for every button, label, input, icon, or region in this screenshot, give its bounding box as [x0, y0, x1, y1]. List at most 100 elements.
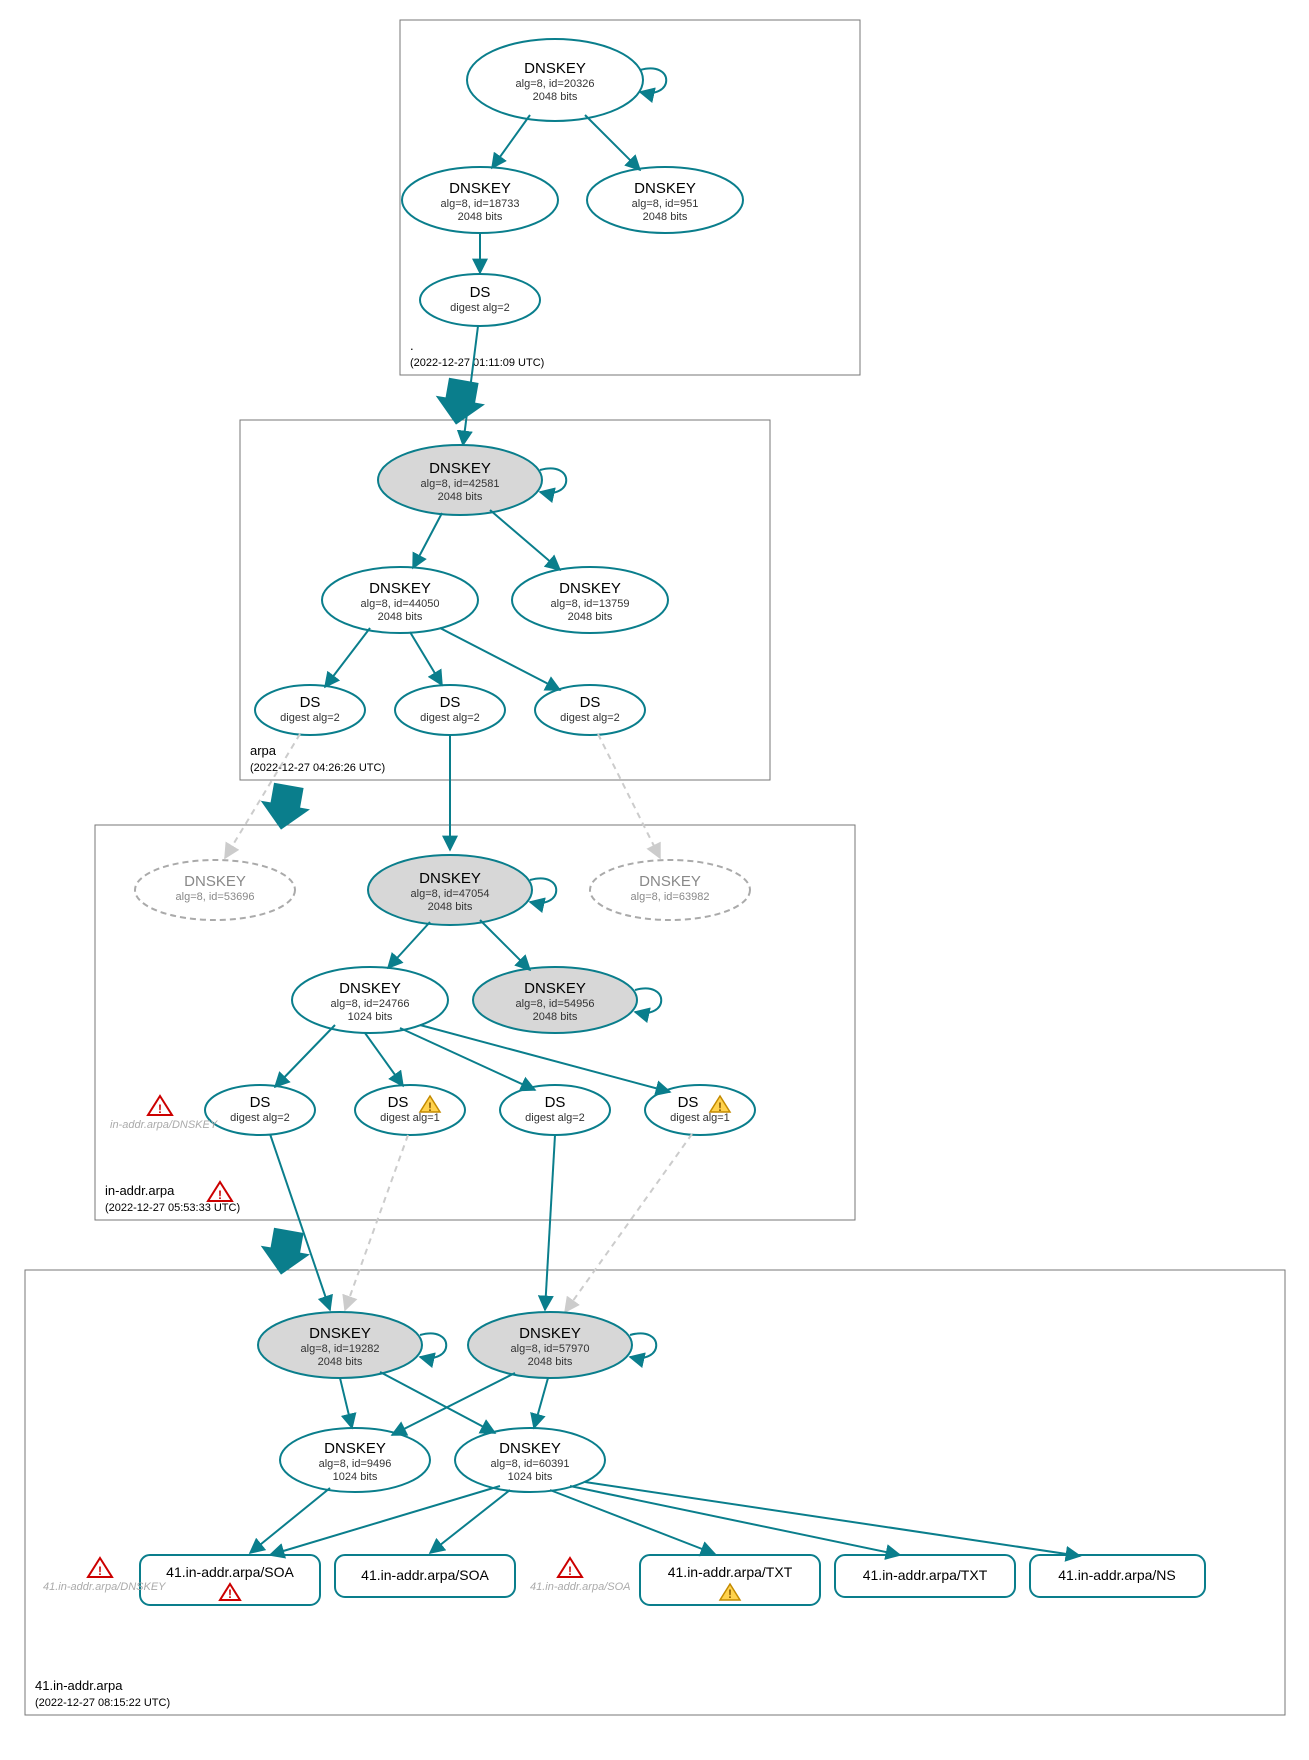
svg-text:DS: DS — [300, 694, 321, 711]
svg-text:digest alg=2: digest alg=2 — [280, 712, 340, 724]
zone-arpa-ts: (2022-12-27 04:26:26 UTC) — [250, 762, 385, 774]
node-41-k4: DNSKEY alg=8, id=60391 1024 bits — [455, 1428, 605, 1492]
node-arpa-zsk2: DNSKEY alg=8, id=13759 2048 bits — [512, 567, 668, 633]
node-root-ksk: DNSKEY alg=8, id=20326 2048 bits — [467, 39, 643, 121]
svg-text:DNSKEY: DNSKEY — [309, 1325, 371, 1342]
svg-text:DS: DS — [545, 1094, 566, 1111]
svg-text:alg=8, id=53696: alg=8, id=53696 — [176, 891, 255, 903]
svg-text:1024 bits: 1024 bits — [333, 1471, 378, 1483]
svg-text:digest alg=2: digest alg=2 — [450, 302, 510, 314]
svg-text:alg=8, id=44050: alg=8, id=44050 — [361, 598, 440, 610]
svg-text:alg=8, id=42581: alg=8, id=42581 — [421, 478, 500, 490]
node-inaddr-zsk: DNSKEY alg=8, id=24766 1024 bits — [292, 967, 448, 1033]
svg-text:DNSKEY: DNSKEY — [499, 1440, 561, 1457]
svg-text:!: ! — [718, 1100, 722, 1114]
node-arpa-zsk1: DNSKEY alg=8, id=44050 2048 bits — [322, 567, 478, 633]
svg-text:DS: DS — [470, 284, 491, 301]
node-inaddr-ghost1: DNSKEY alg=8, id=53696 — [135, 860, 295, 920]
svg-text:DS: DS — [580, 694, 601, 711]
svg-text:2048 bits: 2048 bits — [533, 91, 578, 103]
svg-text:41.in-addr.arpa/SOA: 41.in-addr.arpa/SOA — [166, 1564, 294, 1580]
zone-inaddr-name: in-addr.arpa — [105, 1183, 175, 1198]
node-root-ds: DS digest alg=2 — [420, 274, 540, 326]
svg-text:DNSKEY: DNSKEY — [519, 1325, 581, 1342]
node-inaddr-ds4: DS digest alg=1 — [645, 1085, 755, 1135]
svg-text:41.in-addr.arpa/TXT: 41.in-addr.arpa/TXT — [863, 1567, 988, 1583]
svg-text:alg=8, id=57970: alg=8, id=57970 — [511, 1343, 590, 1355]
svg-text:DNSKEY: DNSKEY — [524, 60, 586, 77]
svg-text:alg=8, id=13759: alg=8, id=13759 — [551, 598, 630, 610]
zone-root-ts: (2022-12-27 01:11:09 UTC) — [410, 357, 544, 369]
svg-text:alg=8, id=951: alg=8, id=951 — [632, 198, 699, 210]
error-icon: ! — [208, 1182, 232, 1202]
svg-text:!: ! — [728, 1587, 732, 1601]
svg-text:!: ! — [228, 1587, 232, 1601]
svg-text:DS: DS — [388, 1094, 409, 1111]
zone-41-name: 41.in-addr.arpa — [35, 1678, 123, 1693]
svg-text:!: ! — [98, 1564, 102, 1578]
node-root-zsk2: DNSKEY alg=8, id=951 2048 bits — [587, 167, 743, 233]
svg-text:digest alg=2: digest alg=2 — [525, 1112, 585, 1124]
svg-text:DNSKEY: DNSKEY — [429, 460, 491, 477]
svg-text:DS: DS — [440, 694, 461, 711]
svg-text:DNSKEY: DNSKEY — [339, 980, 401, 997]
svg-text:alg=8, id=60391: alg=8, id=60391 — [491, 1458, 570, 1470]
svg-text:!: ! — [218, 1188, 222, 1202]
svg-text:2048 bits: 2048 bits — [378, 611, 423, 623]
ghost-41-soa: 41.in-addr.arpa/SOA — [530, 1581, 630, 1593]
svg-text:DNSKEY: DNSKEY — [324, 1440, 386, 1457]
svg-text:DNSKEY: DNSKEY — [419, 870, 481, 887]
svg-text:41.in-addr.arpa/NS: 41.in-addr.arpa/NS — [1058, 1567, 1176, 1583]
ghost-41-dnskey: 41.in-addr.arpa/DNSKEY — [43, 1581, 166, 1593]
node-root-zsk1: DNSKEY alg=8, id=18733 2048 bits — [402, 167, 558, 233]
svg-text:1024 bits: 1024 bits — [508, 1471, 553, 1483]
svg-text:alg=8, id=9496: alg=8, id=9496 — [319, 1458, 392, 1470]
svg-text:DNSKEY: DNSKEY — [639, 873, 701, 890]
svg-text:DS: DS — [250, 1094, 271, 1111]
node-inaddr-ksk2: DNSKEY alg=8, id=54956 2048 bits — [473, 967, 637, 1033]
svg-text:DNSKEY: DNSKEY — [524, 980, 586, 997]
node-41-k2: DNSKEY alg=8, id=57970 2048 bits — [468, 1312, 632, 1378]
svg-text:alg=8, id=24766: alg=8, id=24766 — [331, 998, 410, 1010]
node-arpa-ds3: DS digest alg=2 — [535, 685, 645, 735]
svg-text:DS: DS — [678, 1094, 699, 1111]
node-41-k1: DNSKEY alg=8, id=19282 2048 bits — [258, 1312, 422, 1378]
svg-text:DNSKEY: DNSKEY — [369, 580, 431, 597]
zone-root-name: . — [410, 338, 414, 353]
svg-text:DNSKEY: DNSKEY — [184, 873, 246, 890]
dnssec-graph: . (2022-12-27 01:11:09 UTC) arpa (2022-1… — [0, 0, 1309, 1760]
svg-text:2048 bits: 2048 bits — [533, 1011, 578, 1023]
svg-text:!: ! — [158, 1102, 162, 1116]
error-icon: ! — [148, 1096, 172, 1116]
zone-arrow-root-arpa — [431, 376, 488, 429]
node-inaddr-ds1: DS digest alg=2 — [205, 1085, 315, 1135]
svg-text:digest alg=2: digest alg=2 — [560, 712, 620, 724]
svg-text:alg=8, id=47054: alg=8, id=47054 — [411, 888, 490, 900]
node-arpa-ds2: DS digest alg=2 — [395, 685, 505, 735]
svg-text:DNSKEY: DNSKEY — [559, 580, 621, 597]
svg-text:DNSKEY: DNSKEY — [634, 180, 696, 197]
node-rr-ns: 41.in-addr.arpa/NS — [1030, 1555, 1205, 1597]
zone-41-ts: (2022-12-27 08:15:22 UTC) — [35, 1697, 170, 1709]
svg-text:2048 bits: 2048 bits — [428, 901, 473, 913]
node-inaddr-ksk: DNSKEY alg=8, id=47054 2048 bits — [368, 855, 532, 925]
zone-arrow-arpa-inaddr — [256, 781, 313, 834]
node-rr-soa1: 41.in-addr.arpa/SOA ! — [140, 1555, 320, 1605]
node-inaddr-ghost2: DNSKEY alg=8, id=63982 — [590, 860, 750, 920]
node-arpa-ds1: DS digest alg=2 — [255, 685, 365, 735]
svg-text:alg=8, id=19282: alg=8, id=19282 — [301, 1343, 380, 1355]
svg-text:2048 bits: 2048 bits — [318, 1356, 363, 1368]
svg-text:2048 bits: 2048 bits — [438, 491, 483, 503]
svg-text:alg=8, id=18733: alg=8, id=18733 — [441, 198, 520, 210]
zone-inaddr-ts: (2022-12-27 05:53:33 UTC) — [105, 1202, 240, 1214]
svg-text:alg=8, id=20326: alg=8, id=20326 — [516, 78, 595, 90]
svg-text:41.in-addr.arpa/TXT: 41.in-addr.arpa/TXT — [668, 1564, 793, 1580]
svg-text:2048 bits: 2048 bits — [458, 211, 503, 223]
node-inaddr-ds3: DS digest alg=2 — [500, 1085, 610, 1135]
svg-text:2048 bits: 2048 bits — [528, 1356, 573, 1368]
node-rr-txt1: 41.in-addr.arpa/TXT ! — [640, 1555, 820, 1605]
error-icon: ! — [88, 1558, 112, 1578]
svg-text:digest alg=2: digest alg=2 — [230, 1112, 290, 1124]
error-icon: ! — [558, 1558, 582, 1578]
svg-text:2048 bits: 2048 bits — [568, 611, 613, 623]
